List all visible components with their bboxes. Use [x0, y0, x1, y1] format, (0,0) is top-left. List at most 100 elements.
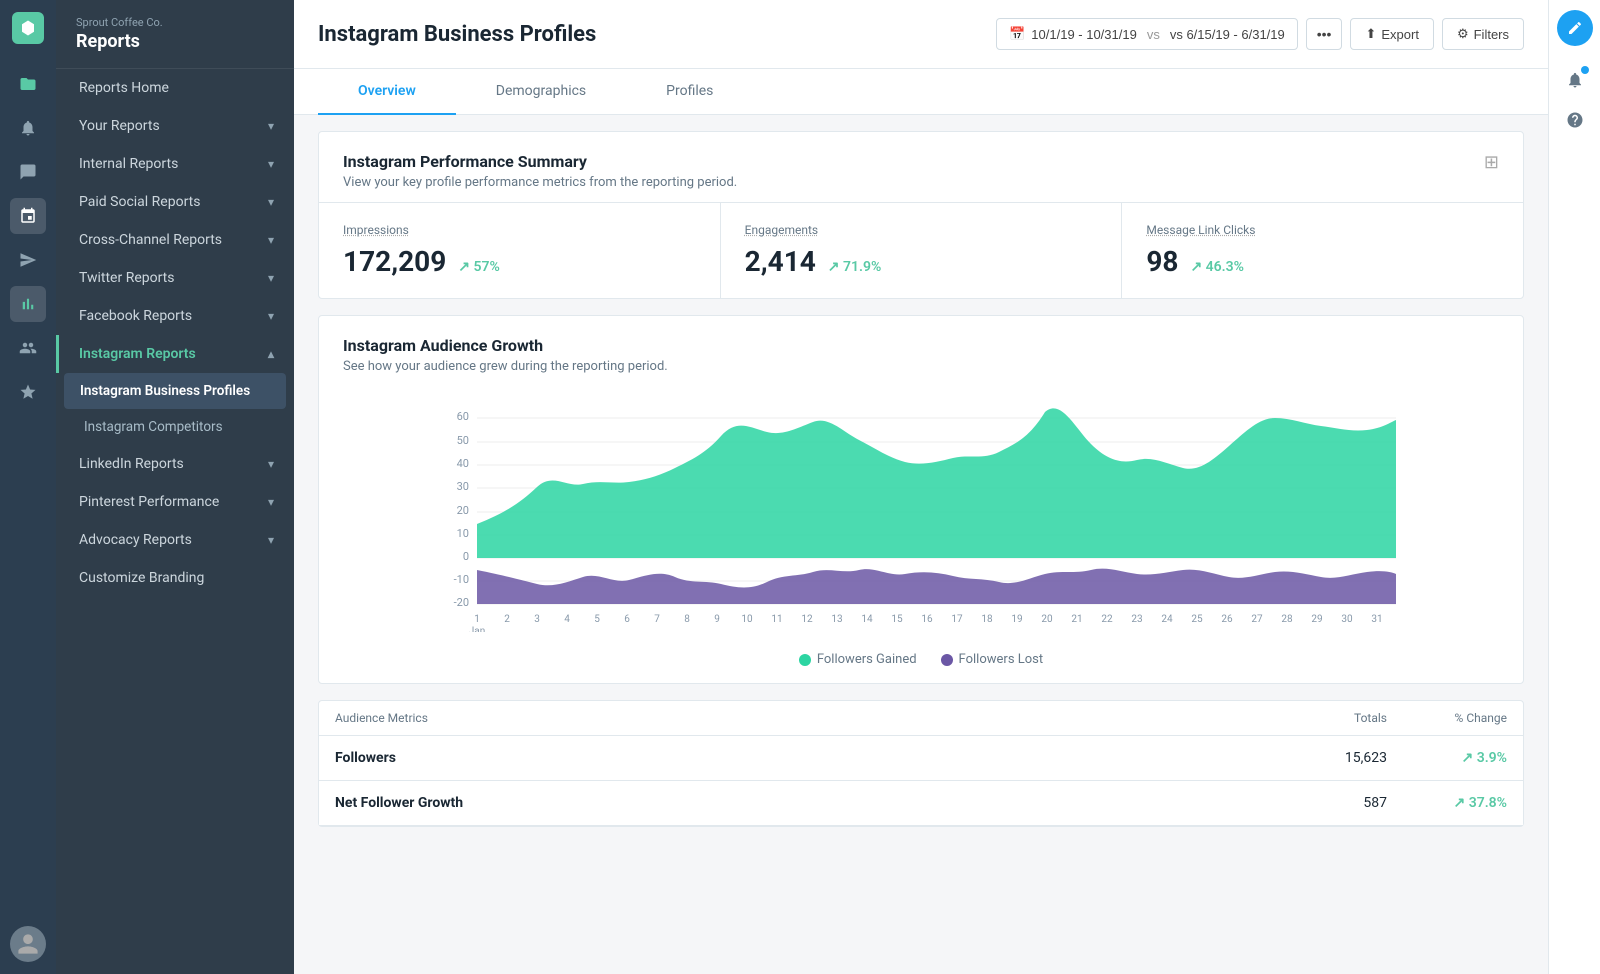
- nav-icon-pin[interactable]: [10, 198, 46, 234]
- main-content: Overview Demographics Profiles Instagram…: [294, 69, 1548, 974]
- metric-impressions: Impressions 172,209 ↗ 57%: [319, 203, 721, 298]
- svg-text:29: 29: [1311, 614, 1322, 625]
- notifications-icon[interactable]: [1557, 62, 1593, 98]
- grid-icon[interactable]: ⊞: [1484, 152, 1499, 173]
- followers-gained-dot: [799, 654, 811, 666]
- svg-text:15: 15: [891, 614, 903, 625]
- nav-icon-folder[interactable]: [10, 66, 46, 102]
- nav-icon-send[interactable]: [10, 242, 46, 278]
- svg-text:13: 13: [831, 614, 842, 625]
- svg-text:2: 2: [504, 614, 510, 625]
- export-button[interactable]: ⬆ Export: [1350, 18, 1433, 50]
- date-range-button[interactable]: 📅 10/1/19 - 10/31/19 vs vs 6/15/19 - 6/3…: [996, 18, 1298, 50]
- svg-text:7: 7: [654, 614, 660, 625]
- sidebar-item-your-reports[interactable]: Your Reports ▾: [56, 107, 294, 145]
- filter-icon: ⚙: [1457, 26, 1469, 42]
- audience-metrics-card: Audience Metrics Totals % Change Followe…: [318, 700, 1524, 827]
- sidebar-item-instagram-reports[interactable]: Instagram Reports ▴: [56, 335, 294, 373]
- metric-message-link-clicks: Message Link Clicks 98 ↗ 46.3%: [1122, 203, 1523, 298]
- svg-text:10: 10: [457, 527, 469, 540]
- sidebar-item-customize-branding[interactable]: Customize Branding: [56, 559, 294, 597]
- svg-text:17: 17: [951, 614, 963, 625]
- nav-icon-bell[interactable]: [10, 110, 46, 146]
- audience-growth-chart: 60 50 40 30 20 10 0 -10 -20: [343, 402, 1499, 632]
- svg-text:18: 18: [981, 614, 993, 625]
- sidebar-item-paid-social-reports[interactable]: Paid Social Reports ▾: [56, 183, 294, 221]
- nav-icon-star[interactable]: [10, 374, 46, 410]
- svg-text:40: 40: [457, 457, 469, 470]
- chevron-down-icon: ▾: [268, 495, 274, 509]
- svg-text:-10: -10: [454, 573, 469, 586]
- audience-growth-card: Instagram Audience Growth See how your a…: [318, 315, 1524, 684]
- right-bar: [1548, 0, 1600, 974]
- filters-button[interactable]: ⚙ Filters: [1442, 18, 1524, 50]
- sidebar-item-cross-channel-reports[interactable]: Cross-Channel Reports ▾: [56, 221, 294, 259]
- legend-followers-lost: Followers Lost: [941, 652, 1044, 667]
- sidebar-item-pinterest-performance[interactable]: Pinterest Performance ▾: [56, 483, 294, 521]
- net-follower-growth-label: Net Follower Growth: [335, 795, 1247, 811]
- svg-text:14: 14: [861, 614, 873, 625]
- more-options-button[interactable]: •••: [1306, 18, 1343, 50]
- svg-text:6: 6: [624, 614, 630, 625]
- engagements-label: Engagements: [745, 223, 1098, 237]
- svg-text:12: 12: [801, 614, 813, 625]
- tab-profiles[interactable]: Profiles: [626, 69, 753, 115]
- message-link-clicks-value: 98 ↗ 46.3%: [1146, 245, 1499, 278]
- svg-text:25: 25: [1191, 614, 1203, 625]
- net-follower-growth-change: ↗ 37.8%: [1387, 795, 1507, 811]
- followers-row-total: 15,623: [1247, 750, 1387, 766]
- header-actions: 📅 10/1/19 - 10/31/19 vs vs 6/15/19 - 6/3…: [996, 18, 1524, 50]
- nav-icon-people[interactable]: [10, 330, 46, 366]
- sidebar-item-linkedin-reports[interactable]: LinkedIn Reports ▾: [56, 445, 294, 483]
- audience-growth-desc: See how your audience grew during the re…: [343, 359, 668, 374]
- svg-text:10: 10: [741, 614, 753, 625]
- sidebar-subitem-instagram-competitors[interactable]: Instagram Competitors: [56, 409, 294, 445]
- chevron-down-icon: ▾: [268, 533, 274, 547]
- svg-text:22: 22: [1101, 614, 1113, 625]
- audience-growth-header: Instagram Audience Growth See how your a…: [319, 316, 1523, 386]
- compose-button[interactable]: [1557, 10, 1593, 46]
- table-row: Net Follower Growth 587 ↗ 37.8%: [319, 781, 1523, 826]
- main-header: Instagram Business Profiles 📅 10/1/19 - …: [294, 0, 1548, 69]
- svg-text:26: 26: [1221, 614, 1233, 625]
- svg-text:20: 20: [1041, 614, 1053, 625]
- svg-text:21: 21: [1071, 614, 1082, 625]
- svg-text:16: 16: [921, 614, 933, 625]
- col-change-label: % Change: [1387, 711, 1507, 725]
- chevron-down-icon: ▾: [268, 309, 274, 323]
- nav-icon-chat[interactable]: [10, 154, 46, 190]
- svg-text:1: 1: [474, 614, 480, 625]
- help-icon[interactable]: [1557, 102, 1593, 138]
- svg-text:5: 5: [594, 614, 600, 625]
- user-avatar[interactable]: [10, 926, 46, 962]
- main-area: Instagram Business Profiles 📅 10/1/19 - …: [294, 0, 1548, 974]
- svg-text:30: 30: [1341, 614, 1353, 625]
- tab-overview[interactable]: Overview: [318, 69, 456, 115]
- sidebar-item-reports-home[interactable]: Reports Home: [56, 69, 294, 107]
- svg-text:50: 50: [457, 434, 469, 447]
- sidebar-item-internal-reports[interactable]: Internal Reports ▾: [56, 145, 294, 183]
- performance-summary-card: Instagram Performance Summary View your …: [318, 131, 1524, 299]
- net-follower-growth-total: 587: [1247, 795, 1387, 811]
- message-link-clicks-label: Message Link Clicks: [1146, 223, 1499, 237]
- svg-text:30: 30: [457, 480, 469, 493]
- chevron-down-icon: ▾: [268, 195, 274, 209]
- svg-text:-20: -20: [454, 596, 469, 609]
- performance-summary-title: Instagram Performance Summary: [343, 152, 737, 171]
- sidebar-header: Sprout Coffee Co. Reports: [56, 0, 294, 69]
- svg-text:23: 23: [1131, 614, 1142, 625]
- chevron-down-icon: ▾: [268, 457, 274, 471]
- vs-text: vs: [1147, 27, 1160, 42]
- company-name: Sprout Coffee Co.: [76, 16, 274, 29]
- app-logo[interactable]: [12, 12, 44, 44]
- nav-icon-chart[interactable]: [10, 286, 46, 322]
- tab-demographics[interactable]: Demographics: [456, 69, 626, 115]
- vs-date-range-text: vs 6/15/19 - 6/31/19: [1170, 27, 1285, 42]
- sidebar-item-facebook-reports[interactable]: Facebook Reports ▾: [56, 297, 294, 335]
- followers-row-change: ↗ 3.9%: [1387, 750, 1507, 766]
- audience-metrics-header: Audience Metrics Totals % Change: [319, 701, 1523, 736]
- sidebar-item-advocacy-reports[interactable]: Advocacy Reports ▾: [56, 521, 294, 559]
- sidebar-section-title: Reports: [76, 31, 274, 52]
- sidebar-subitem-instagram-business-profiles[interactable]: Instagram Business Profiles: [64, 373, 286, 409]
- sidebar-item-twitter-reports[interactable]: Twitter Reports ▾: [56, 259, 294, 297]
